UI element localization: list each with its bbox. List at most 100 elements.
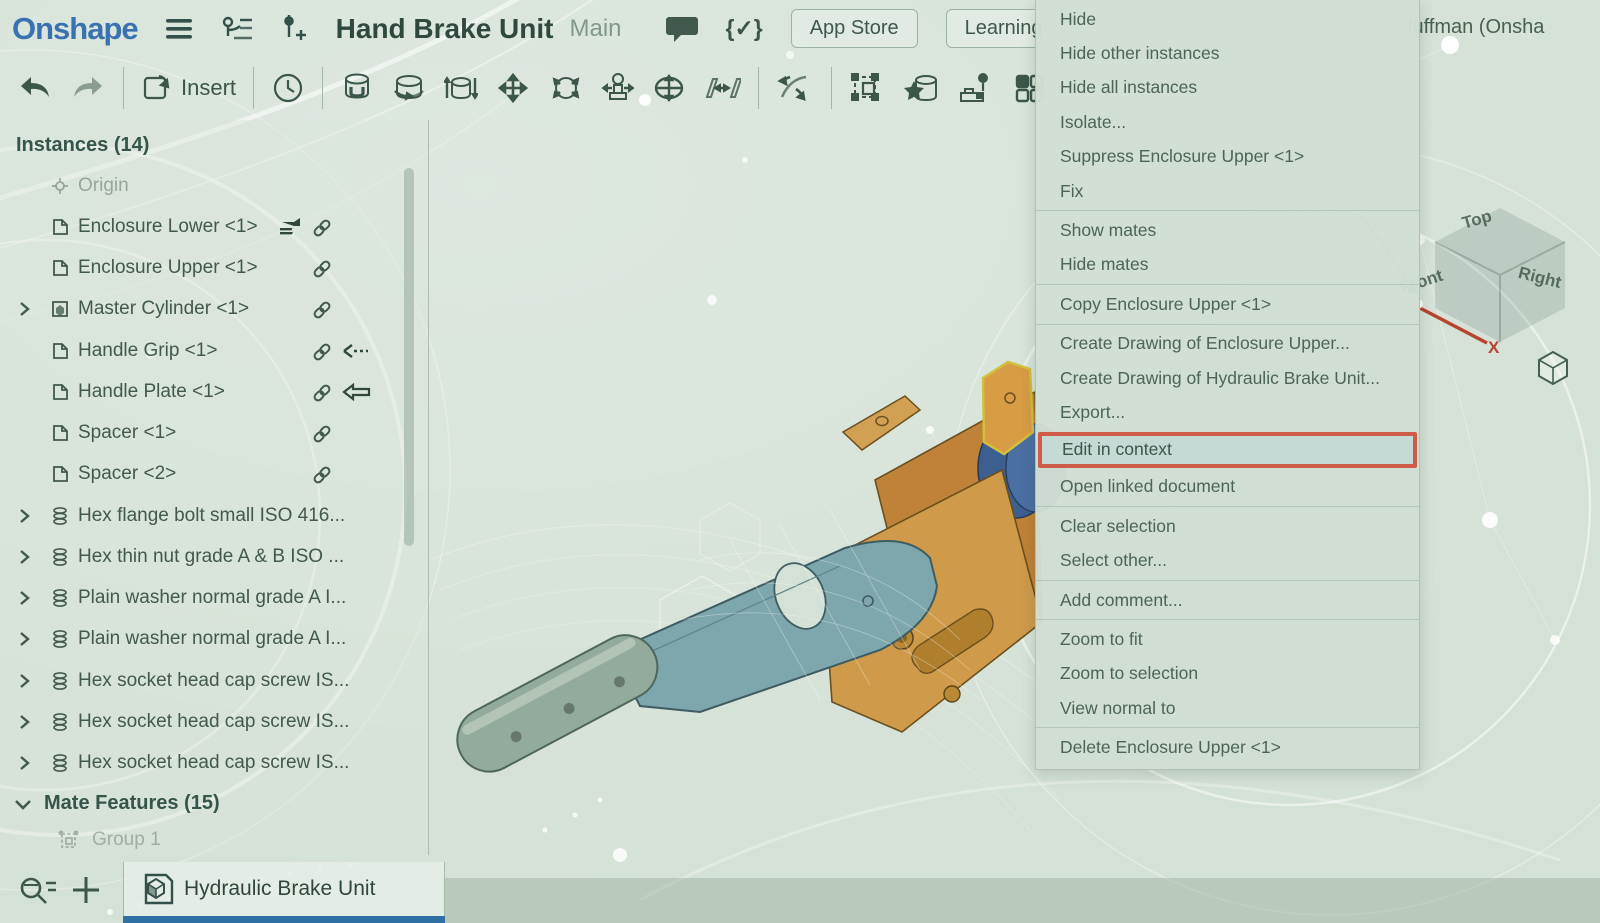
menu-item-suppress[interactable]: Suppress Enclosure Upper <1> <box>1036 140 1419 174</box>
onshape-logo[interactable]: Onshape <box>12 11 138 47</box>
expand-chevron-icon[interactable] <box>17 590 31 606</box>
custom-feature-icon[interactable] <box>902 71 940 105</box>
instance-row[interactable]: Hex socket head cap screw IS... <box>0 702 428 743</box>
workspace-name[interactable]: Main <box>569 15 621 43</box>
sidebar-scrollbar[interactable] <box>404 168 414 546</box>
part-icon <box>50 341 70 361</box>
insert-icon[interactable] <box>141 72 173 104</box>
instance-row[interactable]: Hex thin nut grade A & B ISO ... <box>0 537 428 578</box>
instance-row[interactable]: Hex socket head cap screw IS... <box>0 743 428 784</box>
instances-header[interactable]: Instances (14) <box>16 134 149 157</box>
select-box-icon[interactable] <box>849 71 885 105</box>
menu-item-fix[interactable]: Fix <box>1036 174 1419 208</box>
menu-item-view-normal-to[interactable]: View normal to <box>1036 691 1419 725</box>
instance-row[interactable]: Handle Plate <1> <box>0 372 428 413</box>
redo-icon[interactable] <box>70 73 106 103</box>
menu-item-hide-other-instances[interactable]: Hide other instances <box>1036 36 1419 70</box>
instance-label: Hex socket head cap screw IS... <box>78 711 349 733</box>
standard-content-icon <box>50 629 70 649</box>
instance-row[interactable]: Handle Grip <1> <box>0 331 428 372</box>
menu-separator <box>1036 284 1419 285</box>
instance-row[interactable]: Plain washer normal grade A I... <box>0 578 428 619</box>
part-icon <box>50 423 70 443</box>
expand-chevron-icon[interactable] <box>17 549 31 565</box>
menu-item-add-comment[interactable]: Add comment... <box>1036 583 1419 617</box>
menu-item-delete[interactable]: Delete Enclosure Upper <1> <box>1036 730 1419 764</box>
menu-item-hide[interactable]: Hide <box>1036 2 1419 36</box>
toolbar-divider <box>831 67 832 109</box>
menu-item-open-linked-document[interactable]: Open linked document <box>1036 470 1419 504</box>
instance-row[interactable]: Hex socket head cap screw IS... <box>0 661 428 702</box>
menu-item-hide-mates[interactable]: Hide mates <box>1036 248 1419 282</box>
standard-content-icon <box>50 671 70 691</box>
menu-separator <box>1036 506 1419 507</box>
versions-icon[interactable] <box>220 14 254 44</box>
instance-row[interactable]: Enclosure Lower <1> <box>0 207 428 248</box>
instance-label: Spacer <2> <box>78 463 176 485</box>
instance-row[interactable]: Master Cylinder <1> <box>0 289 428 330</box>
menu-item-export[interactable]: Export... <box>1036 395 1419 429</box>
menu-item-show-mates[interactable]: Show mates <box>1036 213 1419 247</box>
exploded-view-icon[interactable] <box>957 71 995 105</box>
comments-icon[interactable] <box>666 14 700 44</box>
menu-separator <box>1036 210 1419 211</box>
insert-label[interactable]: Insert <box>181 75 236 101</box>
add-tab-icon[interactable] <box>70 873 102 907</box>
feature-script-icon[interactable]: {✓} <box>726 15 763 42</box>
ball-mate-icon[interactable] <box>548 71 584 105</box>
instance-label: Handle Grip <1> <box>78 340 217 362</box>
instance-row[interactable]: Spacer <2> <box>0 454 428 495</box>
expand-chevron-icon[interactable] <box>17 755 31 771</box>
pin-slot-mate-icon[interactable] <box>601 71 635 105</box>
collapse-chevron-icon[interactable] <box>14 798 32 812</box>
instance-row[interactable]: Hex flange bolt small ISO 416... <box>0 496 428 537</box>
link-icon <box>312 342 332 362</box>
planar-mate-icon[interactable] <box>495 71 531 105</box>
tab-hydraulic-brake-unit[interactable]: Hydraulic Brake Unit <box>123 862 445 916</box>
instance-row[interactable]: Enclosure Upper <1> <box>0 248 428 289</box>
undo-icon[interactable] <box>17 73 53 103</box>
main-menu-icon[interactable] <box>164 17 194 41</box>
menu-item-edit-in-context[interactable]: Edit in context <box>1038 432 1417 468</box>
expand-chevron-icon[interactable] <box>17 631 31 647</box>
link-icon <box>312 383 332 403</box>
menu-item-zoom-to-fit[interactable]: Zoom to fit <box>1036 622 1419 656</box>
menu-item-create-drawing-enclosure[interactable]: Create Drawing of Enclosure Upper... <box>1036 327 1419 361</box>
link-icon <box>312 424 332 444</box>
tab-bar-background <box>443 878 1600 923</box>
origin-icon <box>50 176 70 196</box>
group-icon <box>58 830 80 850</box>
part-icon <box>50 258 70 278</box>
instance-row[interactable]: Origin <box>0 166 428 207</box>
menu-item-hide-all-instances[interactable]: Hide all instances <box>1036 71 1419 105</box>
instance-row[interactable]: Spacer <1> <box>0 413 428 454</box>
parallel-mate-icon[interactable] <box>703 71 741 105</box>
expand-chevron-icon[interactable] <box>17 508 31 524</box>
fastened-mate-icon[interactable] <box>340 71 374 105</box>
drag-rotate-icon[interactable] <box>776 71 814 105</box>
menu-item-isolate[interactable]: Isolate... <box>1036 105 1419 139</box>
expand-chevron-icon[interactable] <box>17 673 31 689</box>
link-icon <box>312 300 332 320</box>
menu-item-zoom-to-selection[interactable]: Zoom to selection <box>1036 657 1419 691</box>
mate-connector-icon[interactable] <box>271 71 305 105</box>
instance-row[interactable]: Plain washer normal grade A I... <box>0 619 428 660</box>
instance-label: Enclosure Lower <1> <box>78 216 258 238</box>
part-icon <box>50 464 70 484</box>
cylindrical-mate-icon[interactable] <box>652 71 686 105</box>
tab-label: Hydraulic Brake Unit <box>184 877 375 901</box>
slider-mate-icon[interactable] <box>444 71 478 105</box>
search-tabs-icon[interactable] <box>16 873 60 907</box>
revolute-mate-icon[interactable] <box>391 71 427 105</box>
app-store-button[interactable]: App Store <box>791 9 918 48</box>
menu-item-select-other[interactable]: Select other... <box>1036 543 1419 577</box>
expand-chevron-icon[interactable] <box>17 714 31 730</box>
mate-features-header[interactable]: Mate Features (15) <box>44 792 220 815</box>
menu-item-create-drawing-hydraulic[interactable]: Create Drawing of Hydraulic Brake Unit..… <box>1036 361 1419 395</box>
expand-chevron-icon[interactable] <box>17 301 31 317</box>
menu-item-clear-selection[interactable]: Clear selection <box>1036 509 1419 543</box>
branch-icon[interactable] <box>280 13 306 45</box>
menu-item-copy[interactable]: Copy Enclosure Upper <1> <box>1036 287 1419 321</box>
instance-label: Plain washer normal grade A I... <box>78 628 346 650</box>
context-menu: Hide Hide other instances Hide all insta… <box>1035 0 1420 770</box>
